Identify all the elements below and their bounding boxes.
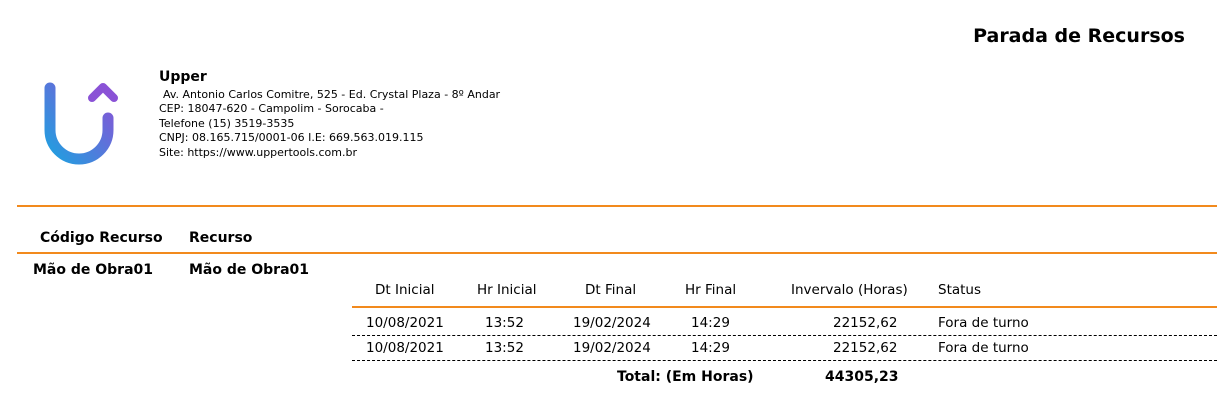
- resource-header: Recurso: [189, 230, 253, 246]
- row2-intervalo: 22152,62: [833, 340, 898, 356]
- col-dt-inicial: Dt Inicial: [375, 282, 435, 298]
- company-name: Upper: [159, 69, 207, 85]
- company-logo: [44, 82, 118, 165]
- row2-dt-inicial: 10/08/2021: [366, 340, 444, 356]
- total-value: 44305,23: [825, 369, 899, 385]
- row1-dt-final: 19/02/2024: [573, 315, 651, 331]
- row1-intervalo: 22152,62: [833, 315, 898, 331]
- group-code: Mão de Obra01: [33, 262, 154, 278]
- row1-dt-inicial: 10/08/2021: [366, 315, 444, 331]
- group-resource: Mão de Obra01: [189, 262, 310, 278]
- col-hr-final: Hr Final: [685, 282, 737, 298]
- row2-dt-final: 19/02/2024: [573, 340, 651, 356]
- company-phone: Telefone (15) 3519-3535: [159, 117, 295, 130]
- row1-status: Fora de turno: [938, 315, 1029, 331]
- code-header: Código Recurso: [40, 230, 163, 246]
- col-status: Status: [938, 282, 982, 298]
- report-title: Parada de Recursos: [973, 25, 1185, 47]
- row1-hr-final: 14:29: [691, 315, 730, 331]
- company-cnpj: CNPJ: 08.165.715/0001-06 I.E: 669.563.01…: [159, 131, 424, 144]
- col-hr-inicial: Hr Inicial: [477, 282, 537, 298]
- column-header-divider: [17, 252, 1217, 254]
- total-label: Total: (Em Horas): [617, 369, 754, 385]
- header-divider: [17, 205, 1217, 207]
- company-address: Av. Antonio Carlos Comitre, 525 - Ed. Cr…: [163, 88, 501, 101]
- table-bottom-divider: [352, 360, 1217, 361]
- company-cep: CEP: 18047-620 - Campolim - Sorocaba -: [159, 102, 384, 115]
- col-intervalo: Invervalo (Horas): [791, 282, 908, 298]
- row2-status: Fora de turno: [938, 340, 1029, 356]
- row2-hr-final: 14:29: [691, 340, 730, 356]
- company-site: Site: https://www.uppertools.com.br: [159, 146, 358, 159]
- row1-hr-inicial: 13:52: [485, 315, 524, 331]
- row-divider: [352, 335, 1217, 336]
- col-dt-final: Dt Final: [585, 282, 637, 298]
- row2-hr-inicial: 13:52: [485, 340, 524, 356]
- table-header-divider: [352, 306, 1217, 308]
